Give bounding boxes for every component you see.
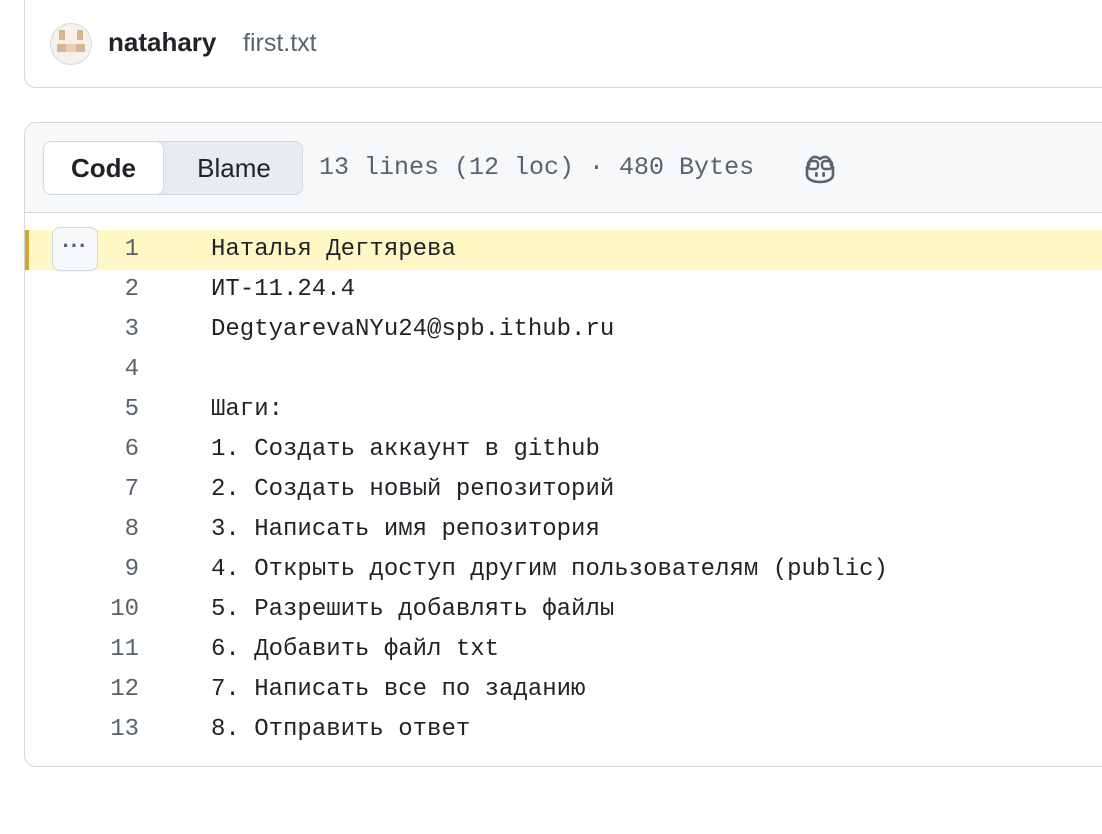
copilot-icon[interactable]	[803, 151, 837, 185]
line-text: 8. Отправить ответ	[211, 716, 471, 743]
code-line: 12 7. Написать все по заданию	[25, 670, 1102, 710]
code-line: 5 Шаги:	[25, 390, 1102, 430]
code-line: ··· 1 Наталья Дегтярева	[25, 227, 1102, 271]
line-text: ИТ-11.24.4	[211, 276, 356, 303]
line-number[interactable]: 13	[85, 710, 139, 750]
line-number[interactable]: 4	[85, 350, 139, 390]
line-number[interactable]: 6	[85, 430, 139, 470]
line-text: 4. Открыть доступ другим пользователям (…	[211, 556, 888, 583]
line-number[interactable]: 7	[85, 470, 139, 510]
line-number[interactable]: 2	[85, 270, 139, 310]
line-number[interactable]: 11	[85, 630, 139, 670]
line-number[interactable]: 9	[85, 550, 139, 590]
line-number[interactable]: 12	[85, 670, 139, 710]
file-info: 13 lines (12 loc) · 480 Bytes	[319, 153, 755, 182]
line-text: 5. Разрешить добавлять файлы	[211, 596, 615, 623]
tab-code[interactable]: Code	[43, 141, 164, 195]
line-text: 2. Создать новый репозиторий	[211, 476, 615, 503]
line-text: 1. Создать аккаунт в github	[211, 436, 600, 463]
code-line: 2 ИТ-11.24.4	[25, 270, 1102, 310]
line-text: 3. Написать имя репозитория	[211, 516, 600, 543]
avatar-identicon-icon	[57, 30, 85, 52]
code-line: 4	[25, 350, 1102, 390]
tab-blame[interactable]: Blame	[166, 142, 302, 194]
line-number[interactable]: 10	[85, 590, 139, 630]
code-line: 6 1. Создать аккаунт в github	[25, 430, 1102, 470]
code-line: 9 4. Открыть доступ другим пользователям…	[25, 550, 1102, 590]
code-lines: ··· 1 Наталья Дегтярева 2 ИТ-11.24.4 3 D…	[25, 227, 1102, 750]
line-text: Шаги:	[211, 396, 284, 423]
line-text: DegtyarevaNYu24@spb.ithub.ru	[211, 316, 615, 343]
code-line: 7 2. Создать новый репозиторий	[25, 470, 1102, 510]
file-header: Code Blame 13 lines (12 loc) · 480 Bytes	[25, 123, 1102, 213]
latest-commit-bar: natahary first.txt	[24, 0, 1102, 88]
code-line: 10 5. Разрешить добавлять файлы	[25, 590, 1102, 630]
line-text: Наталья Дегтярева	[211, 236, 456, 263]
line-number[interactable]: 3	[85, 310, 139, 350]
file-viewer: Code Blame 13 lines (12 loc) · 480 Bytes…	[24, 122, 1102, 767]
line-number[interactable]: 1	[85, 230, 139, 270]
code-line: 8 3. Написать имя репозитория	[25, 510, 1102, 550]
commit-file-name[interactable]: first.txt	[243, 29, 317, 58]
view-mode-segmented-control: Code Blame	[43, 141, 303, 195]
line-number[interactable]: 8	[85, 510, 139, 550]
line-text: 7. Написать все по заданию	[211, 676, 586, 703]
code-line: 11 6. Добавить файл txt	[25, 630, 1102, 670]
code-line: 3 DegtyarevaNYu24@spb.ithub.ru	[25, 310, 1102, 350]
line-text: 6. Добавить файл txt	[211, 636, 500, 663]
code-line: 13 8. Отправить ответ	[25, 710, 1102, 750]
avatar[interactable]	[50, 23, 92, 65]
commit-author[interactable]: natahary	[108, 27, 216, 58]
line-number[interactable]: 5	[85, 390, 139, 430]
